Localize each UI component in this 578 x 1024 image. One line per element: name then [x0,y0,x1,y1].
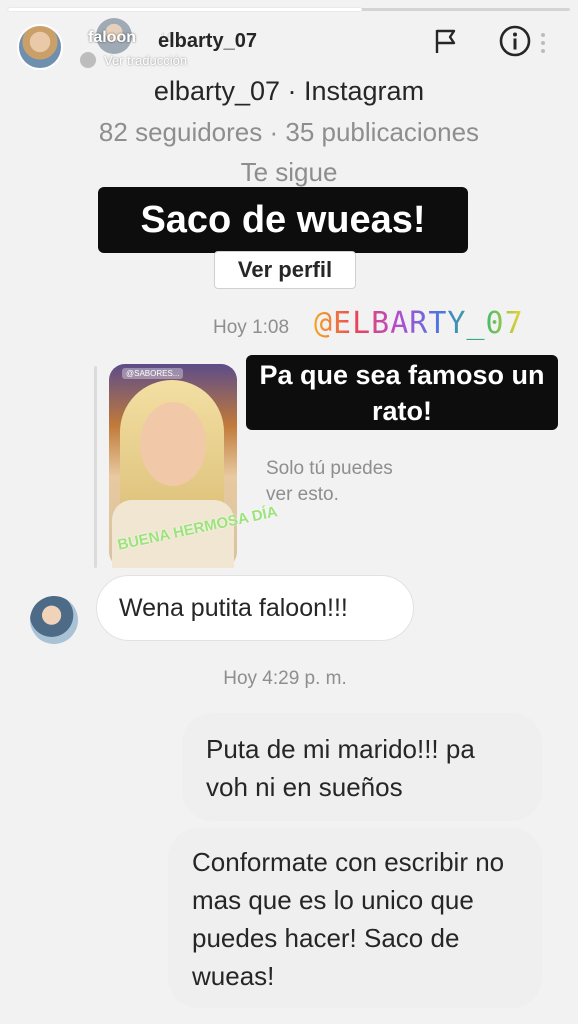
profile-name-line: elbarty_07 · Instagram [153,76,425,106]
thumbnail-face [140,402,206,486]
mention-sticker: @ELBARTY_07 [314,306,524,341]
text-sticker-top: Saco de wueas! [98,187,468,253]
view-profile-button[interactable]: Ver perfil [214,251,356,289]
thread-username: elbarty_07 [158,30,257,52]
outgoing-message-2[interactable]: Conformate con escribir no mas que es lo… [168,828,542,1008]
story-username[interactable]: faloon [88,29,136,47]
reply-indicator-line [94,366,97,568]
story-progress-fill [8,8,362,11]
follows-you-label: Te sigue [240,157,338,187]
more-vertical-icon[interactable] [538,30,548,56]
translate-icon[interactable] [80,52,96,68]
message-timestamp-2: Hoy 4:29 p. m. [223,668,347,689]
outgoing-message-1[interactable]: Puta de mi marido!!! pa voh ni en sueños [182,713,542,821]
flag-icon[interactable] [430,26,460,56]
info-icon[interactable] [498,24,532,58]
see-translation-link[interactable]: Ver traducción [104,53,187,68]
sticker-middle-line-1: Pa que sea famoso un [259,360,545,390]
story-reply-note: Solo tú puedes ver esto. [266,458,393,505]
sticker-middle-line-2: rato! [372,396,432,426]
incoming-message[interactable]: Wena putita faloon!!! [96,575,414,641]
story-avatar[interactable] [17,24,63,70]
message-timestamp: Hoy 1:08 [213,317,290,338]
thumbnail-tag: @SABORES... [122,368,184,379]
sender-avatar[interactable] [30,596,78,644]
text-sticker-middle: Pa que sea famoso un rato! [246,355,558,430]
profile-stats: 82 seguidores · 35 publicaciones [98,117,480,147]
